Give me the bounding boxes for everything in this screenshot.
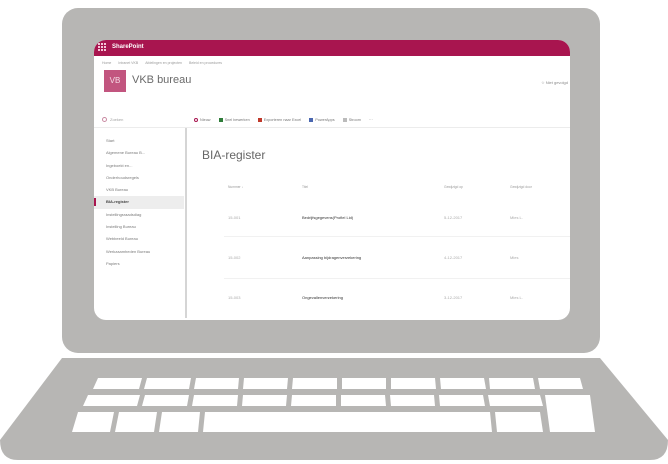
app-title[interactable]: SharePoint (112, 42, 144, 53)
nav-item[interactable]: Algemene Bureau B... (94, 147, 184, 159)
cell-modified: 4-12-2017 (444, 255, 463, 260)
cell-modified: 5-12-2017 (444, 215, 463, 220)
nav-item[interactable]: Ingeboekt en... (94, 160, 184, 172)
hub-nav-item[interactable]: Afdelingen en projecten (145, 58, 182, 68)
column-header-titel[interactable]: Titel (302, 185, 308, 189)
site-title[interactable]: VKB bureau (132, 74, 191, 86)
nav-scrollbar[interactable] (185, 128, 187, 318)
column-header-modified-by[interactable]: Gewijzigd door (510, 185, 532, 189)
laptop-hinge (62, 355, 600, 365)
nav-item-bia-register[interactable]: BIA-register (94, 196, 184, 209)
flow-icon (342, 118, 347, 122)
table-row[interactable]: 15-002 Aanpassing bijdragenverzekering 4… (228, 253, 568, 263)
left-navigation: Start Algemene Bureau B... Ingeboekt en.… (94, 135, 184, 270)
cell-title[interactable]: Ongevallenverzekering (302, 293, 343, 303)
row-divider (224, 278, 570, 279)
more-button[interactable]: ··· (369, 115, 373, 125)
sharepoint-screen: SharePoint Home Intranet VKB Afdelingen … (94, 40, 570, 320)
table-row[interactable]: 15-001 Bedrijfsgegevens(Profiel Lid) 5-1… (228, 213, 568, 223)
row-divider (224, 236, 570, 237)
excel-icon (257, 118, 262, 122)
cell-number: 15-002 (228, 255, 241, 260)
search-box[interactable]: Zoeken (102, 117, 123, 122)
cell-number: 15-003 (228, 295, 241, 300)
cell-modified: 3-12-2017 (444, 295, 463, 300)
nav-item[interactable]: Instelling Bureau (94, 221, 184, 233)
hub-nav-item[interactable]: Home (102, 58, 111, 68)
nav-item[interactable]: Papiers (94, 258, 184, 270)
search-placeholder: Zoeken (110, 117, 124, 122)
quick-edit-button[interactable]: Snel bewerken (218, 115, 250, 125)
cell-modified-by: Mies L. (510, 215, 523, 220)
table-header: Nummer ↓ Titel Gewijzigd op Gewijzigd do… (228, 185, 568, 193)
page-title: BIA-register (202, 148, 266, 162)
keyboard-keys (72, 378, 595, 432)
column-header-modified[interactable]: Gewijzigd op (444, 185, 463, 189)
flow-button[interactable]: Stroom (342, 115, 361, 125)
site-logo[interactable]: VB (104, 70, 126, 92)
nav-item[interactable]: Webbeeld Bureau (94, 233, 184, 245)
cell-title[interactable]: Bedrijfsgegevens(Profiel Lid) (302, 213, 353, 223)
nav-item[interactable]: Instellingsraadsdiag (94, 209, 184, 221)
nav-item[interactable]: VKB Bureau (94, 184, 184, 196)
app-launcher-icon[interactable] (98, 43, 106, 51)
powerapps-icon (309, 118, 314, 122)
plus-icon (194, 118, 198, 122)
column-header-nummer[interactable]: Nummer ↓ (228, 185, 243, 189)
follow-button[interactable]: ☆ Niet gevolgd (541, 80, 568, 85)
powerapps-button[interactable]: PowerApps (309, 115, 335, 125)
cell-modified-by: Mies L. (510, 295, 523, 300)
export-excel-button[interactable]: Exporteren naar Excel (257, 115, 301, 125)
nav-item[interactable]: Werkzaamheden Bureau (94, 246, 184, 258)
keyboard-deck (0, 358, 668, 460)
nav-item[interactable]: Onderhoudsregels (94, 172, 184, 184)
hub-nav-item[interactable]: Beleid en procedures (189, 58, 222, 68)
cell-modified-by: Mies (510, 255, 519, 260)
edit-icon (218, 118, 223, 122)
hub-nav-item[interactable]: Intranet VKB (118, 58, 138, 68)
divider (94, 127, 570, 128)
nav-item-start[interactable]: Start (94, 135, 184, 147)
command-bar: Nieuw Snel bewerken Exporteren naar Exce… (194, 115, 373, 125)
cell-title[interactable]: Aanpassing bijdragenverzekering (302, 253, 361, 263)
suite-bar: SharePoint (94, 40, 570, 56)
cell-number: 15-001 (228, 215, 241, 220)
table-row[interactable]: 15-003 Ongevallenverzekering 3-12-2017 M… (228, 293, 568, 303)
new-button[interactable]: Nieuw (194, 115, 211, 125)
hub-navigation: Home Intranet VKB Afdelingen en projecte… (102, 58, 222, 68)
